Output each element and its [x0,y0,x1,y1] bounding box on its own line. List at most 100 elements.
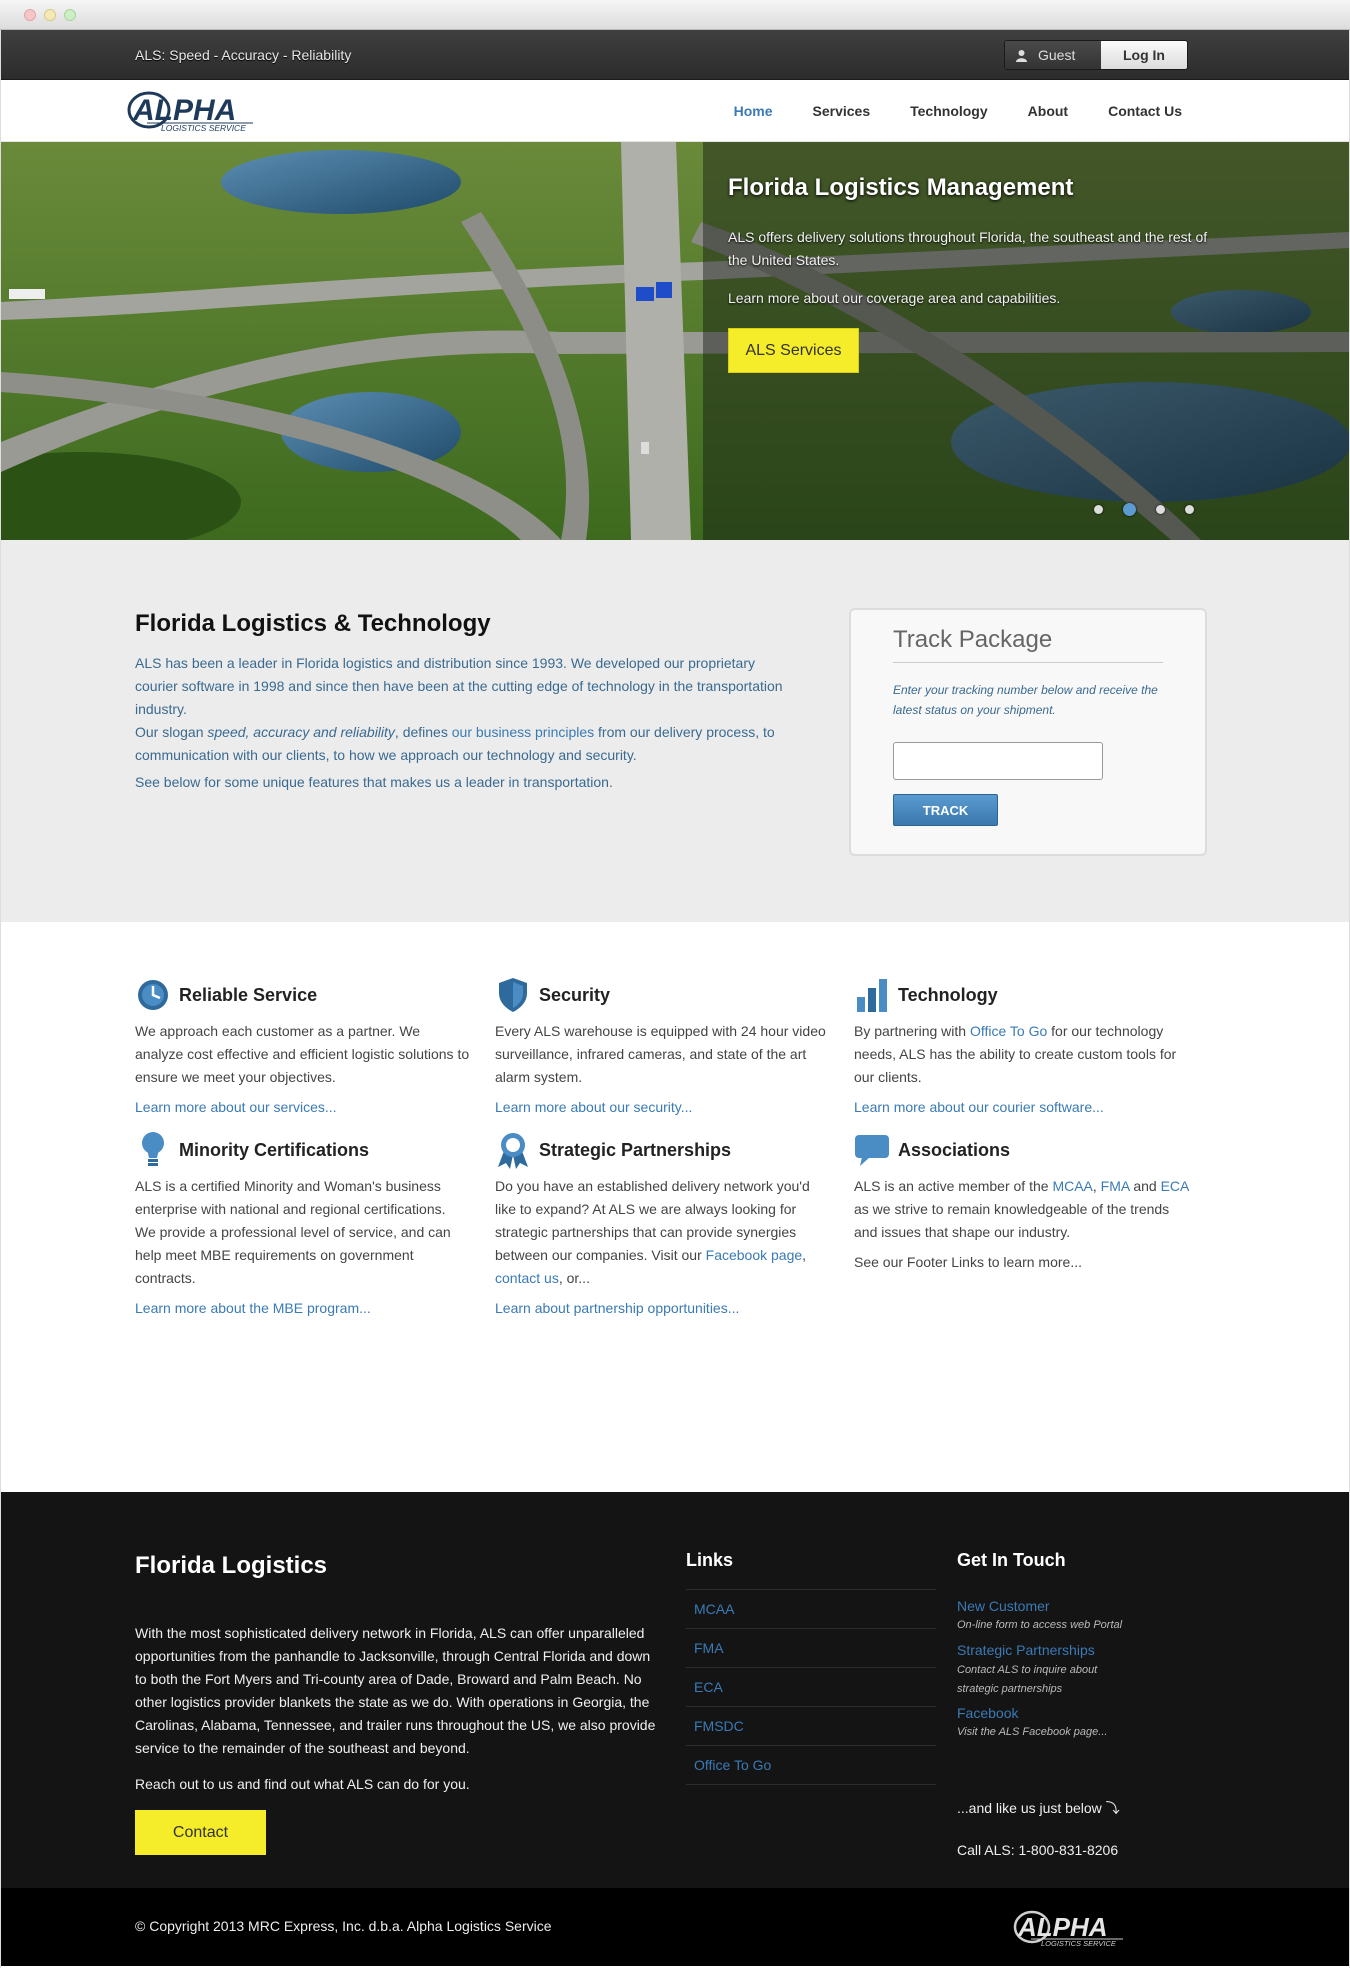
learn-more-services-link[interactable]: Learn more about our services... [135,1099,470,1115]
als-services-button[interactable]: ALS Services [728,328,859,373]
hero-title: Florida Logistics Management [728,174,1074,201]
user-box: Guest Log In [1004,40,1188,70]
feature-title: Minority Certifications [179,1139,370,1160]
footer-description: With the most sophisticated delivery net… [135,1625,656,1756]
svg-text:LOGISTICS SERVICE: LOGISTICS SERVICE [161,123,246,133]
feature-associations: Associations ALS is an active member of … [854,1131,1189,1270]
track-package-title: Track Package [893,626,1163,663]
feature-body: ALS is a certified Minority and Woman's … [135,1178,451,1286]
slide-dot-4[interactable] [1185,505,1194,514]
feature-body: ALS is an active member of the MCAA, FMA… [854,1175,1189,1244]
clock-icon [135,976,171,1014]
login-button[interactable]: Log In [1101,41,1187,69]
learn-more-courier-software-link[interactable]: Learn more about our courier software... [854,1099,1189,1115]
nav-contact-us[interactable]: Contact Us [1088,103,1202,119]
footer-links-note: See our Footer Links to learn more... [854,1254,1082,1270]
feature-title: Reliable Service [179,984,318,1005]
new-customer-link[interactable]: New Customer [957,1598,1177,1614]
main-nav: Home Services Technology About Contact U… [714,80,1202,142]
feature-title: Technology [898,984,998,1005]
git-strategic-partnerships: Strategic Partnerships Contact ALS to in… [957,1642,1177,1699]
speech-bubble-icon [854,1131,890,1169]
shield-icon [495,976,531,1014]
contact-us-link[interactable]: contact us [495,1270,559,1286]
git-description: Visit the ALS Facebook page... [957,1726,1108,1738]
feature-text: as we strive to remain knowledgeable of … [854,1201,1170,1240]
slider-pagination [1094,503,1194,516]
feature-text: , [802,1247,807,1263]
learn-more-security-link[interactable]: Learn more about our security... [495,1099,830,1115]
learn-more-mbe-link[interactable]: Learn more about the MBE program... [135,1300,470,1316]
intro-text: Our slogan [135,724,208,740]
feature-body: Every ALS warehouse is equipped with 24 … [495,1023,826,1085]
call-als-text: Call ALS: 1-800-831-8206 [957,1842,1119,1858]
slide-dot-1[interactable] [1094,505,1103,514]
facebook-page-link[interactable]: Facebook page [706,1247,803,1263]
facebook-link[interactable]: Facebook [957,1705,1177,1721]
get-in-touch-title: Get In Touch [957,1550,1066,1570]
learn-partnership-link[interactable]: Learn about partnership opportunities... [495,1300,830,1316]
features-section: Reliable Service We approach each custom… [1,922,1349,1492]
window-minimize-dot[interactable] [44,9,56,21]
window-maximize-dot[interactable] [64,9,76,21]
nav-home[interactable]: Home [714,103,793,119]
ribbon-icon [495,1131,531,1169]
intro-paragraph-1: ALS has been a leader in Florida logisti… [135,655,783,717]
browser-chrome [0,0,1350,30]
tracking-number-input[interactable] [893,742,1103,780]
footer-contact-button[interactable]: Contact [135,1810,266,1855]
feature-text: ALS is an active member of the [854,1178,1053,1194]
bar-chart-icon [854,976,890,1014]
footer-reach-out: Reach out to us and find out what ALS ca… [135,1776,470,1792]
footer-link-eca[interactable]: ECA [686,1668,936,1707]
footer-link-fma[interactable]: FMA [686,1629,936,1668]
alpha-logo-footer[interactable]: ALPHA LOGISTICS SERVICE [1013,1906,1127,1950]
copyright-bar: © Copyright 2013 MRC Express, Inc. d.b.a… [1,1888,1349,1966]
footer-title: Florida Logistics [135,1552,328,1579]
page-frame: ALS: Speed - Accuracy - Reliability Gues… [0,30,1350,1968]
intro-title: Florida Logistics & Technology [135,610,491,637]
track-button[interactable]: TRACK [893,794,998,826]
slide-dot-3[interactable] [1156,505,1165,514]
feature-title: Security [539,984,611,1005]
feature-body: Do you have an established delivery netw… [495,1175,830,1290]
guest-indicator: Guest [1005,41,1101,69]
feature-text: , [1092,1178,1101,1194]
business-principles-link[interactable]: our business principles [452,724,594,740]
nav-about[interactable]: About [1008,103,1088,119]
eca-link[interactable]: ECA [1161,1178,1189,1194]
strategic-partnerships-link[interactable]: Strategic Partnerships [957,1642,1177,1658]
feature-strategic-partnerships: Strategic Partnerships Do you have an es… [495,1131,830,1316]
alpha-logo[interactable]: ALPHA LOGISTICS SERVICE [127,86,257,136]
intro-paragraph-2: Our slogan speed, accuracy and reliabili… [135,721,785,767]
git-description: Contact ALS to inquire about strategic p… [957,1664,1098,1695]
footer-link-office-to-go[interactable]: Office To Go [686,1746,936,1785]
mcaa-link[interactable]: MCAA [1052,1178,1092,1194]
hero-learn-more: Learn more about our coverage area and c… [728,290,1061,306]
site-footer: Florida Logistics With the most sophisti… [1,1492,1349,1888]
svg-text:LOGISTICS SERVICE: LOGISTICS SERVICE [1041,1939,1117,1948]
feature-body: We approach each customer as a partner. … [135,1023,470,1085]
window-close-dot[interactable] [24,9,36,21]
git-new-customer: New Customer On-line form to access web … [957,1598,1177,1637]
footer-link-mcaa[interactable]: MCAA [686,1590,936,1629]
feature-minority-certifications: Minority Certifications ALS is a certifi… [135,1131,470,1316]
feature-text: , or... [558,1270,590,1286]
feature-title: Strategic Partnerships [539,1139,732,1160]
intro-paragraph-3: See below for some unique features that … [135,774,613,790]
feature-text: By partnering with [854,1023,970,1039]
intro-text: , defines [394,724,452,740]
footer-link-fmsdc[interactable]: FMSDC [686,1707,936,1746]
feature-reliable-service: Reliable Service We approach each custom… [135,976,470,1115]
top-bar: ALS: Speed - Accuracy - Reliability Gues… [1,30,1349,80]
guest-label: Guest [1038,47,1076,63]
feature-security: Security Every ALS warehouse is equipped… [495,976,830,1115]
office-to-go-link[interactable]: Office To Go [970,1023,1047,1039]
like-us-text: ...and like us just below ⤵ [957,1800,1120,1816]
nav-services[interactable]: Services [793,103,891,119]
slide-dot-2[interactable] [1123,503,1136,516]
site-header: ALPHA LOGISTICS SERVICE Home Services Te… [1,80,1349,142]
nav-technology[interactable]: Technology [890,103,1008,119]
svg-text:ALPHA: ALPHA [1017,1912,1108,1942]
fma-link[interactable]: FMA [1101,1178,1130,1194]
